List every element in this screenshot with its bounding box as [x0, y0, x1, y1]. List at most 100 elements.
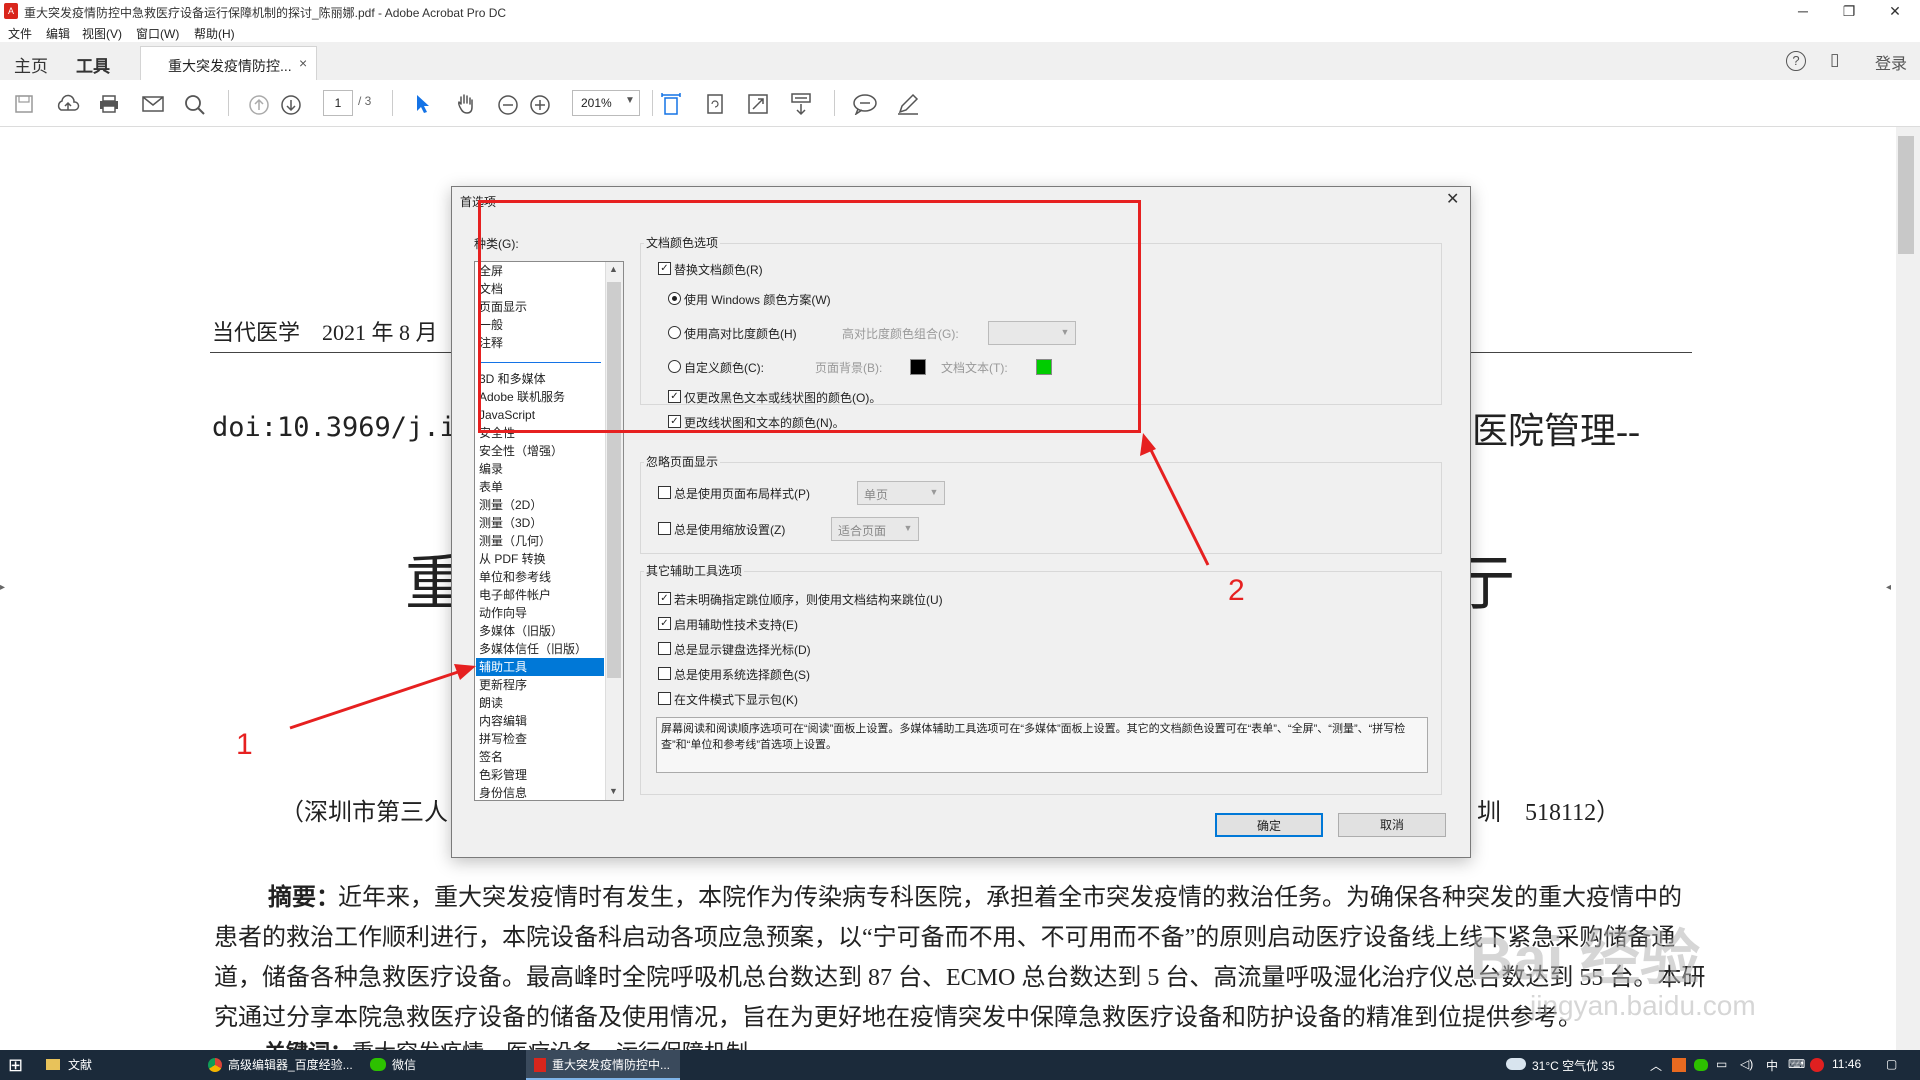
category-item[interactable]: 电子邮件帐户: [479, 586, 551, 604]
tray-app-icon[interactable]: [1672, 1058, 1686, 1072]
layout-style-select[interactable]: 单页 ▼: [857, 481, 945, 505]
abstract-line: 究通过分享本院急救医疗设备的储备及使用情况，旨在为更好地在疫情突发中保障急救医疗…: [214, 1005, 1582, 1031]
taskbar-item-wechat[interactable]: 微信: [364, 1050, 514, 1080]
weather-text[interactable]: 31°C 空气优 35: [1532, 1057, 1615, 1074]
category-item[interactable]: 多媒体信任（旧版）: [479, 640, 587, 658]
tray-input-icon[interactable]: ⌨: [1788, 1057, 1805, 1071]
clock[interactable]: 11:46: [1832, 1057, 1861, 1071]
show-portfolio-checkbox[interactable]: [658, 692, 671, 705]
category-item[interactable]: 朗读: [479, 694, 503, 712]
comment-icon[interactable]: [852, 93, 878, 115]
category-item[interactable]: 身份信息: [479, 784, 527, 800]
layout-style-label: 总是使用页面布局样式(P): [674, 487, 810, 501]
nav-bar: 主页 工具 重大突发疫情防控... × ? ▯ 登录: [0, 42, 1920, 81]
category-item[interactable]: 签名: [479, 748, 503, 766]
page-down-icon[interactable]: [280, 94, 302, 116]
upload-icon[interactable]: [56, 94, 80, 114]
menu-view[interactable]: 视图(V): [82, 25, 122, 42]
category-item[interactable]: 更新程序: [479, 676, 527, 694]
scroll-mode-icon[interactable]: [790, 92, 812, 116]
category-item[interactable]: 测量（几何）: [479, 532, 551, 550]
fullscreen-icon[interactable]: [747, 93, 769, 115]
page-up-icon[interactable]: [248, 94, 270, 116]
mail-icon[interactable]: [142, 95, 164, 113]
save-icon[interactable]: [14, 94, 34, 114]
hand-icon[interactable]: [454, 92, 478, 116]
category-item[interactable]: 表单: [479, 478, 503, 496]
help-icon[interactable]: ?: [1786, 51, 1806, 71]
annotation-number-1: 1: [236, 728, 253, 761]
tray-antivirus-icon[interactable]: [1810, 1058, 1824, 1072]
category-item[interactable]: 安全性（增强）: [479, 442, 563, 460]
rotate-icon[interactable]: [704, 92, 726, 116]
category-item[interactable]: 内容编辑: [479, 712, 527, 730]
menu-edit[interactable]: 编辑: [46, 25, 70, 42]
category-item[interactable]: 动作向导: [479, 604, 527, 622]
category-item[interactable]: 拼写检查: [479, 730, 527, 748]
taskbar-item-explorer[interactable]: 文献: [40, 1050, 198, 1080]
category-fragment: -医院管理--: [1460, 411, 1640, 451]
category-item[interactable]: 多媒体（旧版）: [479, 622, 563, 640]
assistive-tech-checkbox[interactable]: ✓: [658, 617, 671, 630]
category-item[interactable]: 从 PDF 转换: [479, 550, 546, 568]
fit-width-icon[interactable]: [660, 92, 682, 116]
ime-indicator[interactable]: 中: [1766, 1057, 1778, 1074]
close-tab-icon[interactable]: ×: [299, 55, 307, 71]
notification-icon[interactable]: ▢: [1886, 1057, 1897, 1071]
close-window-button[interactable]: ✕: [1872, 0, 1918, 22]
category-item[interactable]: 测量（2D）: [479, 496, 542, 514]
zoom-setting-select[interactable]: 适合页面 ▼: [831, 517, 919, 541]
category-item[interactable]: 单位和参考线: [479, 568, 551, 586]
start-button[interactable]: ⊞: [8, 1050, 23, 1080]
scroll-down-icon[interactable]: ▼: [609, 786, 618, 796]
zoom-out-icon[interactable]: [497, 94, 519, 116]
zoom-setting-checkbox[interactable]: [658, 522, 671, 535]
menu-file[interactable]: 文件: [8, 25, 32, 42]
system-selection-color-checkbox[interactable]: [658, 667, 671, 680]
vertical-scrollbar[interactable]: [1896, 127, 1920, 1050]
taskbar-item-browser[interactable]: 高级编辑器_百度经验...: [200, 1050, 360, 1080]
scrollbar-thumb[interactable]: [1898, 136, 1914, 254]
mobile-link-icon[interactable]: ▯: [1830, 50, 1839, 70]
sign-icon[interactable]: [896, 92, 920, 116]
right-panel-toggle-icon[interactable]: ◂: [1886, 582, 1891, 593]
category-item[interactable]: 编录: [479, 460, 503, 478]
zoom-select[interactable]: 201% ▼: [572, 90, 640, 116]
category-item[interactable]: 辅助工具: [476, 658, 604, 676]
tray-speaker-icon[interactable]: ◁): [1740, 1057, 1753, 1071]
tray-wechat-icon[interactable]: [1694, 1059, 1708, 1071]
login-button[interactable]: 登录: [1875, 50, 1907, 74]
restore-button[interactable]: ❐: [1826, 0, 1872, 22]
minimize-button[interactable]: ─: [1780, 0, 1826, 22]
layout-style-checkbox[interactable]: [658, 486, 671, 499]
ok-button[interactable]: 确定: [1215, 813, 1323, 837]
journal-header: 当代医学 2021 年 8 月: [212, 320, 438, 345]
tab-document[interactable]: 重大突发疫情防控... ×: [140, 46, 317, 81]
category-item[interactable]: 测量（3D）: [479, 514, 542, 532]
keyboard-cursor-checkbox[interactable]: [658, 642, 671, 655]
wechat-icon: [370, 1058, 386, 1071]
left-panel-toggle-icon[interactable]: ▸: [0, 582, 5, 593]
assistive-tech-label: 启用辅助性技术支持(E): [674, 618, 798, 632]
tab-order-checkbox[interactable]: ✓: [658, 592, 671, 605]
taskbar-item-acrobat[interactable]: 重大突发疫情防控中...: [526, 1050, 680, 1080]
folder-icon: [46, 1059, 60, 1070]
dialog-close-button[interactable]: ✕: [1446, 189, 1459, 209]
keywords-text: 重大突发疫情 医疗设备 运行保障机制: [352, 1035, 748, 1050]
select-icon[interactable]: [414, 93, 432, 115]
zoom-in-icon[interactable]: [529, 94, 551, 116]
print-icon[interactable]: [98, 94, 120, 114]
search-icon[interactable]: [184, 94, 206, 116]
cancel-button[interactable]: 取消: [1338, 813, 1446, 837]
toolbar: 1 / 3 201% ▼: [0, 80, 1920, 127]
tray-network-icon[interactable]: ▭: [1716, 1057, 1727, 1071]
tab-home[interactable]: 主页: [14, 52, 48, 77]
page-number-input[interactable]: 1: [323, 90, 353, 116]
menu-window[interactable]: 窗口(W): [136, 25, 179, 42]
show-portfolio-label: 在文件模式下显示包(K): [674, 693, 798, 707]
layout-style-value: 单页: [864, 488, 889, 502]
tab-tools[interactable]: 工具: [76, 52, 110, 77]
tray-expand-icon[interactable]: ︿: [1650, 1057, 1662, 1074]
category-item[interactable]: 色彩管理: [479, 766, 527, 784]
menu-help[interactable]: 帮助(H): [194, 25, 235, 42]
